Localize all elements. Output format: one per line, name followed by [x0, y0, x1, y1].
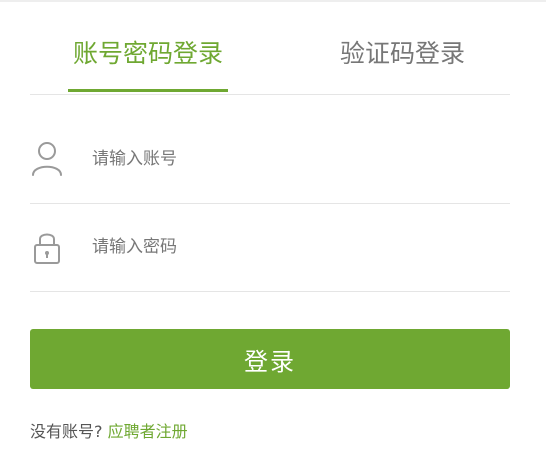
register-line: 没有账号? 应聘者注册: [30, 420, 188, 444]
register-link[interactable]: 应聘者注册: [108, 422, 188, 441]
password-input[interactable]: [92, 232, 492, 262]
account-input[interactable]: [92, 144, 492, 174]
register-prompt: 没有账号?: [30, 422, 103, 441]
login-tabs: 账号密码登录 验证码登录: [30, 2, 510, 95]
password-field-row: [30, 204, 510, 292]
login-button[interactable]: 登录: [30, 329, 510, 389]
user-icon: [30, 140, 64, 178]
tab-password-login[interactable]: 账号密码登录: [68, 36, 228, 92]
lock-icon: [30, 228, 64, 266]
login-panel: 账号密码登录 验证码登录 登录 没有账号? 应聘者注册: [0, 0, 546, 474]
account-field-row: [30, 116, 510, 204]
tab-sms-login[interactable]: 验证码登录: [340, 36, 465, 72]
